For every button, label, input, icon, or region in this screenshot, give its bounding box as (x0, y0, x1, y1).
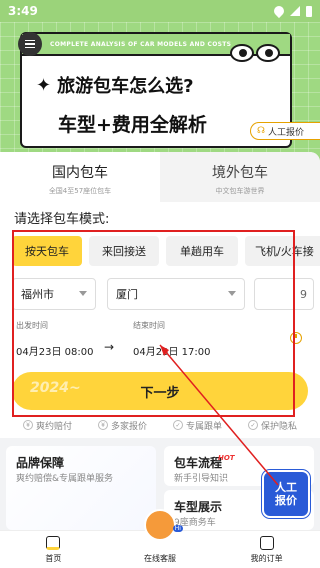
menu-icon[interactable] (18, 32, 42, 56)
end-time-value: 04月23日 17:00 (133, 347, 211, 358)
depart-time-value: 04月23日 08:00 (16, 347, 94, 358)
feature-item: ¥ 爽约赔付 (22, 419, 72, 432)
mode-by-day[interactable]: 按天包车 (12, 236, 82, 266)
from-city-value: 福州市 (21, 288, 54, 301)
battery-icon (306, 5, 312, 17)
passenger-count-value: 9 (300, 287, 307, 301)
clock-icon (290, 332, 302, 344)
status-icons (271, 3, 312, 19)
tab-domestic-sub: 全国4至57座位包车 (48, 187, 112, 195)
feature-item: ¥ 多家报价 (97, 419, 147, 432)
chevron-down-icon (228, 291, 236, 296)
tab-overseas-sub: 中文包车游世界 (215, 187, 265, 195)
city-row: 福州市 厦门 9 (12, 278, 320, 310)
card-title: 品牌保障 (16, 456, 65, 470)
mascot-hi-badge: Hi (172, 525, 183, 532)
charter-tabs: 国内包车 全国4至57座位包车 境外包车 中文包车游世界 (0, 152, 320, 202)
feature-label: 爽约赔付 (35, 421, 72, 432)
feature-label: 专属跟单 (185, 421, 222, 432)
promo-banner[interactable]: COMPLETE ANALYSIS OF CAR MODELS AND COST… (0, 22, 320, 162)
form-title: 请选择包车模式: (14, 212, 110, 227)
next-step-button[interactable]: 2024~ 下一步 (12, 372, 308, 410)
floating-quote-button[interactable]: 人工 报价 (262, 470, 310, 518)
to-city-select[interactable]: 厦门 (107, 278, 245, 310)
nav-online-service-label: 在线客服 (144, 554, 176, 563)
banner-line1: 旅游包车怎么选? (57, 76, 194, 97)
nav-home-label: 首页 (45, 554, 62, 563)
to-city-value: 厦门 (116, 288, 138, 301)
depart-time[interactable]: 出发时间 04月23日 08:00 (16, 320, 93, 358)
sparkle-icon: ✦ (36, 74, 52, 96)
eyes-icon (230, 44, 280, 62)
feature-item: ✓ 保护隐私 (247, 419, 297, 432)
status-bar: 3:49 (0, 0, 320, 22)
time-row: 出发时间 04月23日 08:00 → 结束时间 04月23日 17:00 (16, 320, 316, 360)
check-icon: ✓ (172, 420, 183, 430)
banner-subheadline: 车型+费用全解析 (58, 114, 207, 136)
card-sub: 新手引导知识 (174, 474, 229, 484)
feature-label: 多家报价 (110, 421, 147, 432)
mode-one-way[interactable]: 单趟用车 (166, 236, 238, 266)
brand-guarantee-card[interactable]: 品牌保障 爽约赔偿&专属跟单服务 (6, 446, 156, 530)
check-icon: ✓ (247, 420, 258, 430)
nav-orders-label: 我的订单 (250, 554, 283, 563)
mode-selector: 按天包车 来回接送 单趟用车 飞机/火车接 (12, 236, 320, 266)
card-sub: 爽约赔偿&专属跟单服务 (16, 474, 114, 484)
nav-online-service[interactable]: Hi 在线客服 (107, 509, 214, 568)
mode-round-trip[interactable]: 来回接送 (89, 236, 159, 266)
nav-home[interactable]: 首页 (0, 531, 107, 568)
depart-time-label: 出发时间 (16, 321, 48, 330)
status-time: 3:49 (8, 4, 38, 18)
next-button-watermark: 2024~ (30, 380, 81, 396)
yen-icon: ¥ (97, 420, 108, 430)
feature-strip: ¥ 爽约赔付 ¥ 多家报价 ✓ 专属跟单 ✓ 保护隐私 (0, 412, 320, 438)
banner-headline: ✦ 旅游包车怎么选? (36, 72, 194, 98)
manual-quote-badge[interactable]: ☊ 人工报价 (250, 122, 320, 140)
bottom-nav: 首页 Hi 在线客服 我的订单 (0, 509, 320, 568)
card-title: 车型展示 (174, 500, 223, 514)
feature-item: ✓ 专属跟单 (172, 419, 222, 432)
tab-overseas[interactable]: 境外包车 中文包车游世界 (160, 152, 320, 202)
yen-icon: ¥ (22, 420, 33, 430)
signal-icon (290, 6, 300, 16)
passenger-count-field[interactable]: 9 (254, 278, 314, 310)
hot-badge: HOT (218, 454, 235, 462)
charter-form: 请选择包车模式: 按天包车 来回接送 单趟用车 飞机/火车接 福州市 厦门 9 … (0, 202, 320, 412)
end-time[interactable]: 结束时间 04月23日 17:00 (133, 320, 210, 358)
tab-overseas-title: 境外包车 (212, 165, 268, 181)
next-button-label: 下一步 (140, 385, 180, 401)
quote-badge-label: 人工报价 (268, 127, 305, 138)
arrow-right-icon: → (104, 340, 115, 354)
nav-orders[interactable]: 我的订单 (213, 531, 320, 568)
orders-icon (259, 536, 274, 550)
end-time-label: 结束时间 (133, 321, 165, 330)
mascot-avatar (144, 509, 176, 541)
home-icon (46, 536, 61, 550)
tab-domestic[interactable]: 国内包车 全国4至57座位包车 (0, 152, 160, 202)
tab-domestic-title: 国内包车 (52, 165, 108, 181)
card-title: 包车流程 (174, 456, 223, 470)
feature-label: 保护隐私 (260, 421, 297, 432)
chevron-down-icon (79, 291, 87, 296)
from-city-select[interactable]: 福州市 (12, 278, 96, 310)
mode-airport-train[interactable]: 飞机/火车接 (245, 236, 320, 266)
headset-icon: ☊ (257, 126, 265, 136)
wifi-icon (271, 3, 287, 19)
